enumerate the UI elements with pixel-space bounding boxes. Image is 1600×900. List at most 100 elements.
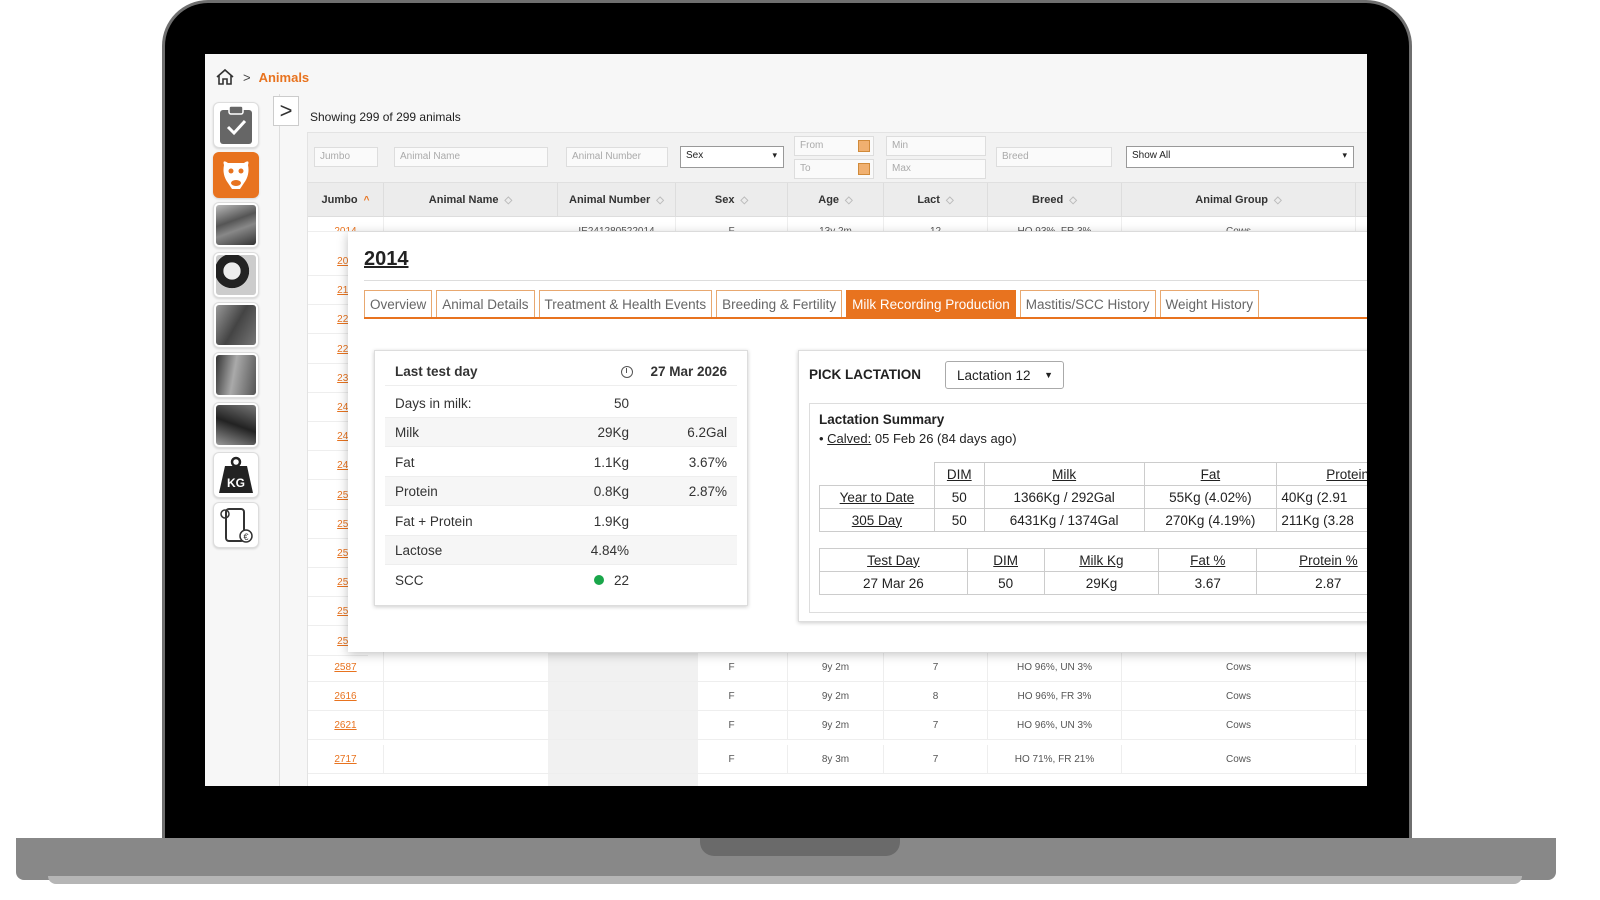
sidebar-toggle-button[interactable]: > bbox=[273, 96, 299, 126]
table-row[interactable]: 2616 F 9y 2m 8 HO 96%, FR 3% Cows bbox=[308, 682, 1367, 711]
column-label: Age bbox=[818, 194, 840, 206]
dim-cell: 50 bbox=[933, 485, 985, 509]
row-label[interactable]: 305 Day bbox=[819, 508, 935, 532]
modal-title: 2014 bbox=[364, 248, 409, 270]
jumbo-link[interactable]: 2014 bbox=[308, 217, 384, 231]
metric-value-alt: 2.87% bbox=[688, 483, 727, 499]
modal-tabs: Overview Animal Details Treatment & Heal… bbox=[364, 290, 1367, 319]
laptop-notch bbox=[700, 838, 900, 856]
sex-cell: F bbox=[676, 217, 788, 231]
sort-icon: ◇ bbox=[656, 194, 664, 206]
group-cell: Cows bbox=[1122, 682, 1356, 711]
last-test-date: 27 Mar 2026 bbox=[650, 363, 727, 379]
breadcrumb: > Animals bbox=[215, 68, 309, 86]
sidebar-item-weights[interactable]: KG bbox=[213, 452, 259, 498]
sort-icon: ◇ bbox=[740, 194, 749, 206]
animal-group-filter-select[interactable]: Show All bbox=[1126, 146, 1354, 168]
summary-title: Lactation Summary bbox=[819, 412, 945, 427]
list-item: Fat 1.1Kg 3.67% bbox=[385, 448, 737, 477]
sidebar-item-photo-4[interactable] bbox=[213, 352, 259, 398]
pick-lactation-label: PICK LACTATION bbox=[809, 367, 921, 382]
animal-number-filter-input[interactable]: Animal Number bbox=[566, 147, 668, 167]
column-header-breed[interactable]: Breed ◇ bbox=[988, 183, 1122, 217]
row-label[interactable]: Year to Date bbox=[819, 485, 935, 509]
lact-min-input[interactable]: Min bbox=[886, 136, 986, 156]
dim-cell: 50 bbox=[966, 571, 1045, 595]
caret-down-icon: ▼ bbox=[1044, 370, 1053, 380]
milk-cell: 6431Kg / 1374Gal bbox=[983, 508, 1145, 532]
fat-cell: 270Kg (4.19%) bbox=[1143, 508, 1278, 532]
modal-divider bbox=[364, 280, 1367, 281]
tab-milk-recording[interactable]: Milk Recording Production bbox=[846, 290, 1016, 317]
sex-filter-select[interactable]: Sex bbox=[680, 146, 784, 168]
photo-5-thumbnail bbox=[216, 405, 256, 445]
column-header-age[interactable]: Age ◇ bbox=[788, 183, 884, 217]
sex-cell: F bbox=[676, 711, 788, 740]
column-header-animal-number[interactable]: Animal Number ◇ bbox=[558, 183, 676, 217]
column-label: Breed bbox=[1032, 194, 1064, 206]
jumbo-link[interactable]: 2616 bbox=[308, 682, 384, 711]
table-header-row: Test Day DIM Milk Kg Fat % Protein % bbox=[819, 548, 1367, 572]
header-cell: Protein bbox=[1276, 462, 1367, 486]
sex-cell: F bbox=[676, 745, 788, 774]
column-header-jumbo[interactable]: Jumbo ^ bbox=[308, 183, 384, 217]
table-row[interactable]: 2014 IE241280522014 F 13y 2m 12 HO 93%, … bbox=[308, 217, 1367, 232]
sidebar-item-photo-2[interactable] bbox=[213, 252, 259, 298]
sidebar-divider bbox=[279, 94, 280, 786]
breadcrumb-current[interactable]: Animals bbox=[259, 70, 310, 85]
test-day-table: Test Day DIM Milk Kg Fat % Protein % 27 … bbox=[819, 548, 1367, 595]
jumbo-link[interactable]: 2717 bbox=[308, 745, 384, 774]
tab-breeding-fertility[interactable]: Breeding & Fertility bbox=[716, 290, 843, 317]
calved-label[interactable]: Calved: bbox=[827, 431, 871, 446]
animal-name-filter-input[interactable]: Animal Name bbox=[394, 147, 548, 167]
jumbo-link[interactable]: 2587 bbox=[308, 653, 384, 682]
column-header-animal-name[interactable]: Animal Name ◇ bbox=[384, 183, 558, 217]
calendar-icon[interactable] bbox=[858, 163, 870, 175]
jumbo-link[interactable]: 2621 bbox=[308, 711, 384, 740]
tab-mastitis-scc[interactable]: Mastitis/SCC History bbox=[1019, 290, 1156, 317]
sidebar-item-animals[interactable] bbox=[213, 152, 259, 198]
tab-weight-history[interactable]: Weight History bbox=[1159, 290, 1260, 317]
metric-label: Lactose bbox=[395, 542, 443, 558]
table-row[interactable]: 2587 F 9y 2m 7 HO 96%, UN 3% Cows bbox=[308, 653, 1367, 682]
lactation-summary: Lactation Summary • Calved: 05 Feb 26 (8… bbox=[809, 403, 1367, 613]
last-test-label: Last test day bbox=[395, 363, 478, 379]
metric-label: Fat + Protein bbox=[395, 513, 473, 529]
metric-value-alt: 6.2Gal bbox=[687, 424, 727, 440]
breed-cell: HO 96%, FR 3% bbox=[988, 682, 1122, 711]
column-label: Sex bbox=[714, 194, 735, 206]
sidebar-item-tasks[interactable] bbox=[213, 102, 259, 148]
sidebar-item-photo-3[interactable] bbox=[213, 302, 259, 348]
lact-max-input[interactable]: Max bbox=[886, 159, 986, 179]
home-icon[interactable] bbox=[215, 68, 235, 86]
metric-label: Fat bbox=[395, 454, 415, 470]
table-row[interactable]: 2717 F 8y 3m 7 HO 71%, FR 21% Cows bbox=[308, 745, 1367, 774]
test-day-cell: 27 Mar 26 bbox=[819, 571, 968, 595]
tab-animal-details[interactable]: Animal Details bbox=[436, 290, 535, 317]
tab-overview[interactable]: Overview bbox=[364, 290, 433, 317]
sort-icon: ◇ bbox=[504, 194, 513, 206]
breed-filter-input[interactable]: Breed bbox=[996, 147, 1112, 167]
column-header-animal-group[interactable]: Animal Group ◇ bbox=[1122, 183, 1356, 217]
header-cell bbox=[819, 462, 935, 486]
header-cell: DIM bbox=[966, 548, 1045, 572]
lactation-select[interactable]: Lactation 12 ▼ bbox=[945, 361, 1064, 389]
metric-value: 1.9Kg bbox=[593, 513, 629, 529]
column-header-sex[interactable]: Sex ◇ bbox=[676, 183, 788, 217]
group-cell: Cows bbox=[1122, 653, 1356, 682]
photo-3-thumbnail bbox=[216, 305, 256, 345]
cow-icon bbox=[223, 161, 249, 189]
weight-kg-icon: KG bbox=[219, 456, 253, 493]
sidebar-item-photo-5[interactable] bbox=[213, 402, 259, 448]
sidebar-item-mobile-costs[interactable]: € bbox=[213, 502, 259, 548]
sidebar-item-photo-1[interactable] bbox=[213, 202, 259, 248]
table-row: 27 Mar 26 50 29Kg 3.67 2.87 bbox=[819, 571, 1367, 595]
calendar-icon[interactable] bbox=[858, 140, 870, 152]
jumbo-filter-input[interactable]: Jumbo bbox=[314, 147, 378, 167]
column-header-lact[interactable]: Lact ◇ bbox=[884, 183, 988, 217]
metric-label: Milk bbox=[395, 424, 419, 440]
table-row[interactable]: 2621 F 9y 2m 7 HO 96%, UN 3% Cows bbox=[308, 711, 1367, 740]
age-cell: 13y 2m bbox=[788, 217, 884, 231]
tab-treatment-health[interactable]: Treatment & Health Events bbox=[538, 290, 713, 317]
lactation-selected-value: Lactation 12 bbox=[957, 367, 1031, 383]
